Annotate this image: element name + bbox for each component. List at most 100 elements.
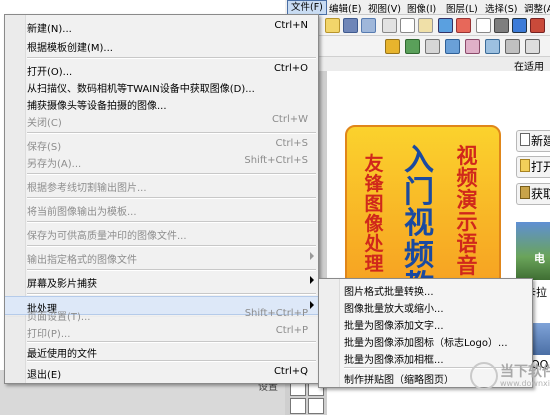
save-icon[interactable] — [343, 18, 358, 33]
banner-text-left: 友锋图像处理 — [364, 153, 384, 275]
menu-item-recent-files[interactable]: 最近使用的文件 — [5, 342, 318, 361]
redo-icon[interactable] — [456, 18, 471, 33]
new-file-button[interactable]: 新建 — [516, 130, 550, 152]
menu-bar: 文件(F) 编辑(E) 视图(V) 图像(I) 图层(L) 选择(S) 调整(A — [285, 0, 550, 15]
camera-icon[interactable] — [494, 18, 509, 33]
submenu-item-batch-resize[interactable]: 图像批量放大或缩小... — [319, 298, 532, 315]
menu-item-shortcut: Shift+Ctrl+P — [244, 308, 308, 319]
submenu-item-label: 制作拼贴图（缩略图页） — [344, 375, 454, 386]
brush-icon[interactable] — [385, 39, 400, 54]
menu-view[interactable]: 视图(V) — [368, 1, 401, 15]
menu-item-shortcut: Ctrl+Q — [273, 366, 308, 377]
menu-edit[interactable]: 编辑(E) — [329, 1, 361, 15]
menu-item-shortcut: Ctrl+P — [275, 325, 308, 336]
crop-icon[interactable] — [425, 39, 440, 54]
menu-separator — [27, 197, 316, 199]
fill-icon[interactable] — [405, 39, 420, 54]
menu-item-label: 页面设置(T)... — [27, 312, 91, 323]
print-icon[interactable] — [361, 18, 376, 33]
menu-select[interactable]: 选择(S) — [485, 1, 517, 15]
menu-separator — [27, 221, 316, 223]
menu-item-export-format[interactable]: 输出指定格式的图像文件 — [5, 248, 318, 267]
menu-separator — [27, 173, 316, 175]
menu-item-label: 打开(O)... — [27, 67, 73, 78]
hint-strip: 在适用 — [285, 57, 550, 73]
submenu-arrow-icon — [310, 252, 314, 260]
acquire-image-label: 获取 — [531, 187, 550, 201]
submenu-item-label: 批量为图像添加文字... — [344, 321, 444, 332]
submenu-item-label: 批量为图像添加图标（标志Logo）... — [344, 338, 508, 349]
new-file-icon — [520, 133, 530, 146]
open-folder-icon — [520, 159, 530, 172]
menu-item-label: 将当前图像输出为模板... — [27, 207, 137, 218]
menu-item-label: 根据参考线切割输出图片... — [27, 183, 147, 194]
shape-icon[interactable] — [485, 39, 500, 54]
menu-file[interactable]: 文件(F) — [287, 0, 327, 15]
menu-item-label: 根据模板创建(M)... — [27, 43, 113, 54]
submenu-item-batch-add-text[interactable]: 批量为图像添加文字... — [319, 315, 532, 332]
menu-separator — [27, 132, 316, 134]
grid-icon[interactable] — [525, 39, 540, 54]
menu-item-print[interactable]: 打印(P)... Ctrl+P — [5, 322, 318, 341]
menu-item-screen-capture[interactable]: 屏幕及影片捕获 — [5, 272, 318, 291]
menu-item-slice-by-guides[interactable]: 根据参考线切割输出图片... — [5, 176, 318, 195]
menu-item-save-as[interactable]: 另存为(A)... Shift+Ctrl+S — [5, 152, 318, 171]
image-icon[interactable] — [476, 18, 491, 33]
menu-item-label: 保存(S) — [27, 142, 62, 153]
banner-text-right: 视频演示语音 — [456, 143, 478, 279]
menu-item-label: 新建(N)... — [27, 24, 72, 35]
folder-icon[interactable] — [325, 18, 340, 33]
menu-item-label: 捕获摄像头等设备拍摄的图像... — [27, 101, 167, 112]
watermark-text: 当下软件园 — [500, 364, 550, 380]
site-watermark: 当下软件园 www.downxia.com — [470, 360, 550, 390]
menu-item-shortcut: Shift+Ctrl+S — [244, 155, 308, 166]
watermark-url: www.downxia.com — [500, 379, 550, 388]
menu-item-exit[interactable]: 退出(E) Ctrl+Q — [5, 363, 318, 382]
copy-icon[interactable] — [400, 18, 415, 33]
undo-icon[interactable] — [438, 18, 453, 33]
menu-item-shortcut: Ctrl+N — [274, 20, 308, 31]
menu-item-label: 打印(P)... — [27, 329, 71, 340]
menu-item-label: 输出指定格式的图像文件 — [27, 255, 137, 266]
submenu-item-label: 图片格式批量转换... — [344, 287, 434, 298]
menu-item-export-template[interactable]: 将当前图像输出为模板... — [5, 200, 318, 219]
menu-layer[interactable]: 图层(L) — [446, 1, 478, 15]
zoom-icon[interactable] — [445, 39, 460, 54]
open-file-label: 打开 — [531, 160, 550, 174]
menu-item-label: 最近使用的文件 — [27, 349, 97, 360]
menu-item-new[interactable]: 新建(N)... Ctrl+N — [5, 17, 318, 36]
rotate-icon[interactable] — [505, 39, 520, 54]
submenu-item-label: 批量为图像添加相框... — [344, 355, 444, 366]
text-icon[interactable] — [465, 39, 480, 54]
menu-separator — [27, 269, 316, 271]
file-menu-lower: 页面设置(T)... Shift+Ctrl+P 打印(P)... Ctrl+P … — [4, 308, 319, 384]
menu-item-label: 关闭(C) — [27, 118, 62, 129]
submenu-item-batch-convert[interactable]: 图片格式批量转换... — [319, 281, 532, 298]
menu-item-save-for-print[interactable]: 保存为可供高质量冲印的图像文件... — [5, 224, 318, 243]
menu-item-shortcut: Ctrl+W — [271, 114, 308, 125]
open-file-button[interactable]: 打开 — [516, 156, 550, 178]
scanner-icon — [520, 186, 530, 199]
toolbar-secondary — [285, 36, 550, 57]
menu-adjust[interactable]: 调整(A — [524, 1, 550, 15]
acquire-image-button[interactable]: 获取 — [516, 183, 550, 205]
watermark-logo-icon — [470, 362, 498, 390]
submenu-item-batch-add-logo[interactable]: 批量为图像添加图标（标志Logo）... — [319, 332, 532, 349]
cut-icon[interactable] — [382, 18, 397, 33]
new-file-label: 新建 — [531, 134, 550, 148]
menu-separator — [27, 245, 316, 247]
thumbnail-overlay-text: 电 — [534, 252, 545, 265]
stamp-tool-icon[interactable] — [308, 398, 324, 414]
menu-item-close[interactable]: 关闭(C) Ctrl+W — [5, 111, 318, 130]
menu-image[interactable]: 图像(I) — [407, 1, 436, 15]
paste-icon[interactable] — [418, 18, 433, 33]
effect-icon[interactable] — [512, 18, 527, 33]
menu-item-label: 退出(E) — [27, 370, 62, 381]
menu-item-label: 从扫描仪、数码相机等TWAIN设备中获取图像(D)... — [27, 84, 255, 95]
picker-tool-icon[interactable] — [290, 398, 306, 414]
tool-icon[interactable] — [530, 18, 545, 33]
submenu-arrow-icon — [310, 276, 314, 284]
menu-item-label: 保存为可供高质量冲印的图像文件... — [27, 231, 187, 242]
menu-item-new-from-template[interactable]: 根据模板创建(M)... — [5, 36, 318, 55]
menu-separator — [27, 57, 316, 59]
